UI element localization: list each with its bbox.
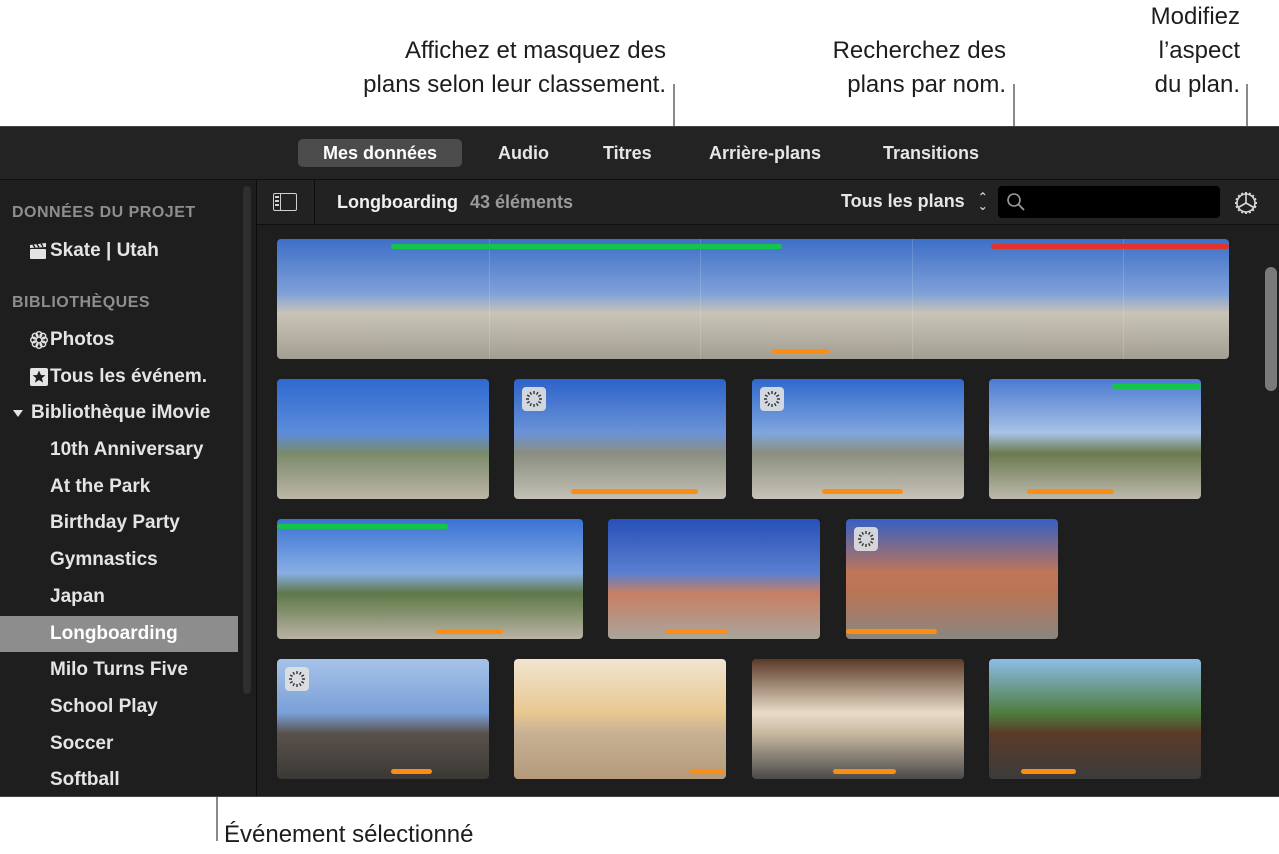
- tab-audio[interactable]: Audio: [473, 139, 574, 167]
- tab-my-media[interactable]: Mes données: [298, 139, 463, 167]
- sidebar-item-photos[interactable]: Photos: [0, 322, 238, 358]
- clip-thumbnail[interactable]: [277, 519, 583, 639]
- sidebar-item-event[interactable]: Soccer: [0, 726, 238, 762]
- sidebar-item-label: Birthday Party: [50, 512, 180, 534]
- sidebar-item-label: Photos: [50, 329, 115, 350]
- browser-scrollbar-thumb[interactable]: [1265, 267, 1277, 391]
- sidebar-item-label: Milo Turns Five: [50, 659, 188, 681]
- analyzing-spinner-icon: [760, 387, 784, 411]
- used-in-project-marker: [391, 769, 432, 774]
- sidebar-item-label: Longboarding: [50, 622, 178, 644]
- clip-appearance-gear-icon[interactable]: [1232, 189, 1260, 217]
- clip-filmstrip[interactable]: [277, 239, 1229, 359]
- sidebar-item-event[interactable]: Milo Turns Five: [0, 652, 238, 688]
- sidebar-item-label: School Play: [50, 695, 158, 717]
- tab-titles[interactable]: Titres: [578, 139, 677, 167]
- callout-rating-filter: Affichez et masquez des plans selon leur…: [363, 37, 666, 98]
- used-in-project-marker: [571, 489, 699, 494]
- sidebar-item-all-events[interactable]: Tous les événem.: [0, 359, 238, 395]
- clip-thumbnail[interactable]: [608, 519, 820, 639]
- sidebar-item-event[interactable]: Japan: [0, 579, 238, 615]
- sidebar-item-event[interactable]: Longboarding: [0, 615, 238, 652]
- sidebar-toggle-button[interactable]: [273, 193, 297, 211]
- project-media-header: DONNÉES DU PROJET: [12, 204, 196, 221]
- clip-thumbnail[interactable]: [277, 379, 489, 499]
- disclosure-triangle-icon[interactable]: [13, 409, 23, 419]
- browser-toolbar: Longboarding 43 éléments Tous les plans …: [257, 180, 1279, 225]
- filmstrip-frame-divider: [1123, 239, 1125, 359]
- sidebar-item-label: Japan: [50, 585, 105, 607]
- used-in-project-marker: [665, 629, 727, 634]
- sidebar-item-label: Gymnastics: [50, 549, 158, 571]
- clip-thumbnail[interactable]: [989, 379, 1201, 499]
- tab-transitions[interactable]: Transitions: [858, 139, 1004, 167]
- analyzing-spinner-icon: [522, 387, 546, 411]
- sidebar-item-event[interactable]: 10th Anniversary: [0, 432, 238, 468]
- search-field[interactable]: [998, 186, 1220, 218]
- used-in-project-marker: [1027, 489, 1115, 494]
- sidebar-item-event[interactable]: At the Park: [0, 469, 238, 505]
- used-in-project-marker: [1020, 769, 1076, 774]
- sidebar-item-label: Tous les événem.: [50, 366, 207, 387]
- clip-thumbnail[interactable]: [846, 519, 1058, 639]
- imovie-browser-window: Mes données Audio Titres Arrière-plans T…: [0, 126, 1279, 797]
- favorite-marker: [1111, 384, 1201, 389]
- media-tab-bar: Mes données Audio Titres Arrière-plans T…: [0, 127, 1279, 180]
- toolbar-divider: [314, 180, 315, 224]
- callout-selected-event: Événement sélectionné: [224, 821, 474, 848]
- clip-thumbnail[interactable]: [277, 659, 489, 779]
- sidebar-item-event[interactable]: Gymnastics: [0, 542, 238, 578]
- clip-thumbnail[interactable]: [514, 379, 726, 499]
- tab-backgrounds[interactable]: Arrière-plans: [684, 139, 846, 167]
- callout-search: Recherchez des plans par nom.: [832, 37, 1006, 98]
- used-in-project-marker: [772, 349, 830, 354]
- clip-filter-popup[interactable]: Tous les plans ⌃ ⌄: [841, 191, 988, 212]
- filmstrip-frame-divider: [488, 239, 490, 359]
- browser-scrollbar[interactable]: [1262, 225, 1279, 796]
- callout-appearance: Modifiez l’aspect du plan.: [1150, 3, 1240, 98]
- up-down-chevron-icon: ⌃ ⌄: [977, 190, 988, 214]
- clip-browser-grid: [257, 225, 1262, 796]
- sidebar-item-label: At the Park: [50, 475, 151, 497]
- sidebar-item-label: Skate | Utah: [50, 240, 159, 261]
- favorite-marker: [277, 524, 449, 529]
- clapperboard-icon: [30, 243, 46, 259]
- libraries-header: BIBLIOTHÈQUES: [12, 294, 151, 311]
- clip-thumbnail[interactable]: [752, 379, 964, 499]
- sidebar-item-project[interactable]: Skate | Utah: [0, 233, 238, 269]
- search-input[interactable]: [1032, 190, 1216, 216]
- star-icon: [30, 368, 48, 386]
- used-in-project-marker: [846, 629, 938, 634]
- photos-flower-icon: [30, 331, 48, 349]
- item-count: 43 éléments: [470, 192, 574, 212]
- sidebar-scrollbar[interactable]: [243, 186, 251, 694]
- sidebar-item-event[interactable]: School Play: [0, 689, 238, 725]
- search-icon: [1007, 193, 1025, 211]
- favorite-marker: [391, 244, 782, 249]
- used-in-project-marker: [689, 769, 724, 774]
- sidebar-item-label: Softball: [50, 769, 120, 791]
- event-title: Longboarding: [337, 192, 458, 212]
- sidebar-toggle-icon: [274, 194, 281, 210]
- filmstrip-frame-divider: [911, 239, 913, 359]
- analyzing-spinner-icon: [285, 667, 309, 691]
- clip-filter-value: Tous les plans: [841, 191, 965, 211]
- rejected-marker: [991, 244, 1229, 249]
- sidebar-item-label: Soccer: [50, 732, 114, 754]
- analyzing-spinner-icon: [854, 527, 878, 551]
- libraries-sidebar: DONNÉES DU PROJET Skate | Utah BIBLIOTHÈ…: [0, 180, 257, 796]
- sidebar-item-label: 10th Anniversary: [50, 439, 204, 460]
- filmstrip-frame-divider: [700, 239, 702, 359]
- clip-thumbnail[interactable]: [752, 659, 964, 779]
- sidebar-item-imovie-library[interactable]: Bibliothèque iMovie: [0, 395, 238, 431]
- sidebar-item-event[interactable]: Birthday Party: [0, 505, 238, 541]
- clip-thumbnail[interactable]: [989, 659, 1201, 779]
- sidebar-item-event[interactable]: Softball: [0, 762, 238, 796]
- used-in-project-marker: [436, 629, 504, 634]
- sidebar-item-label: Bibliothèque iMovie: [31, 402, 211, 423]
- used-in-project-marker: [832, 769, 897, 774]
- used-in-project-marker: [821, 489, 903, 494]
- clip-thumbnail[interactable]: [514, 659, 726, 779]
